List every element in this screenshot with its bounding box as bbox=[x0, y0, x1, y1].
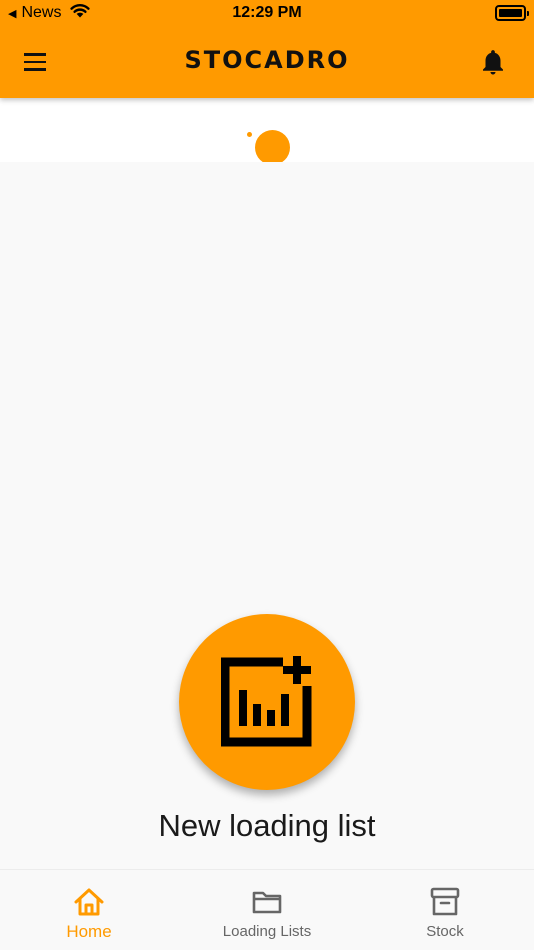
nav-label-loading-lists: Loading Lists bbox=[222, 923, 312, 940]
loading-dot-small bbox=[247, 132, 252, 137]
loading-list-add-icon bbox=[221, 656, 312, 747]
nav-item-stock[interactable]: Stock bbox=[356, 870, 534, 950]
folder-icon bbox=[252, 891, 282, 914]
loading-dot-large bbox=[255, 130, 290, 165]
status-time: 12:29 PM bbox=[232, 4, 302, 21]
nav-item-home[interactable]: Home bbox=[0, 870, 178, 950]
bottom-navigation: Home Loading Lists Stock bbox=[0, 869, 534, 950]
home-content: New loading list bbox=[0, 162, 534, 869]
home-icon bbox=[74, 888, 104, 916]
loading-indicator bbox=[0, 98, 534, 165]
nav-label-stock: Stock bbox=[426, 923, 464, 940]
brand-logo: STOCADRO bbox=[184, 46, 350, 74]
new-loading-list-button[interactable] bbox=[179, 614, 355, 790]
toolbar: STOCADRO bbox=[0, 28, 534, 98]
nav-item-loading-lists[interactable]: Loading Lists bbox=[178, 870, 356, 950]
app-header: ◀ News 12:29 PM STOCADRO bbox=[0, 0, 534, 98]
bell-icon[interactable] bbox=[478, 47, 508, 77]
battery-icon bbox=[495, 5, 529, 21]
status-bar: ◀ News 12:29 PM bbox=[0, 0, 534, 28]
new-loading-list-label: New loading list bbox=[158, 808, 376, 843]
nav-label-home: Home bbox=[66, 922, 112, 941]
archive-box-icon bbox=[430, 887, 460, 916]
